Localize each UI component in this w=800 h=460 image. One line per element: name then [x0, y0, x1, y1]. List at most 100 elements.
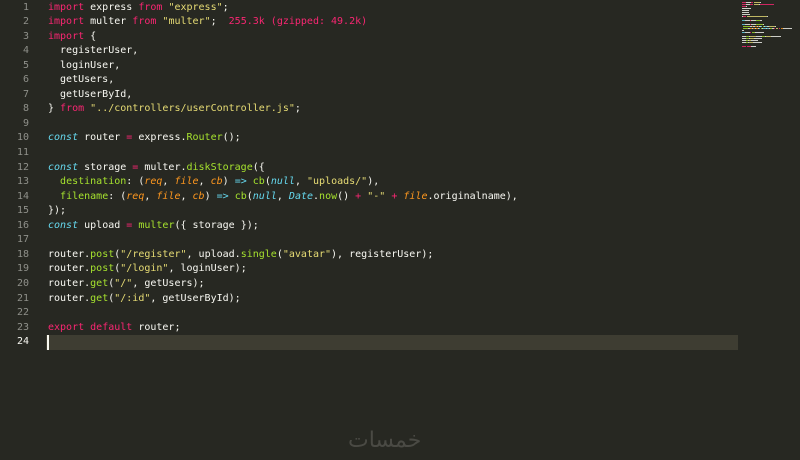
code-token: () [337, 190, 356, 202]
code-line[interactable]: 13 destination: (req, file, cb) => cb(nu… [0, 175, 740, 190]
code-token: getUsers, [48, 74, 115, 86]
code-line[interactable]: 4 registerUser, [0, 44, 740, 59]
code-line[interactable]: 14 filename: (req, file, cb) => cb(null,… [0, 190, 740, 205]
code-line[interactable]: 20 router.get("/", getUsers); [0, 277, 740, 292]
code-token: router. [48, 248, 91, 260]
code-text: getUsers, [48, 73, 114, 88]
line-number: 4 [22, 45, 29, 57]
minimap-stroke [762, 24, 764, 25]
code-token: upload [78, 219, 127, 231]
line-number: 3 [22, 30, 29, 42]
code-token: router; [132, 321, 181, 333]
code-token: router. [48, 277, 91, 289]
code-token: cb [192, 190, 205, 202]
code-line[interactable]: 9 [0, 117, 740, 132]
code-token: loginUser, [48, 59, 121, 71]
line-number: 8 [22, 103, 29, 115]
code-line[interactable]: 7 getUserById, [0, 88, 740, 103]
code-token: , getUserById); [150, 292, 241, 304]
code-line[interactable]: 3 import { [0, 30, 740, 45]
code-token: cb [252, 176, 265, 188]
code-token: cb [234, 190, 247, 202]
code-token: default [90, 321, 133, 333]
code-token: multer. [138, 161, 187, 173]
minimap[interactable] [738, 0, 800, 460]
code-text: router.get("/", getUsers); [48, 277, 205, 292]
code-text: registerUser, [48, 44, 138, 59]
code-token: => [234, 176, 247, 188]
code-line[interactable]: 10 const router = express.Router(); [0, 131, 740, 146]
code-token: router. [48, 292, 91, 304]
code-token: post [90, 263, 115, 275]
line-number: 6 [22, 74, 29, 86]
code-line[interactable]: 23 export default router; [0, 321, 740, 336]
minimap-stroke [749, 36, 757, 37]
code-line[interactable]: 8 } from "../controllers/userController.j… [0, 102, 740, 117]
line-number: 9 [22, 117, 29, 129]
code-text: }); [48, 204, 66, 219]
code-line[interactable]: 18 router.post("/register", upload.single… [0, 248, 740, 263]
code-token: req [126, 190, 145, 202]
code-editor[interactable]: 1 import express from "express"; 2 import m… [0, 0, 800, 460]
code-token: registerUser, [48, 45, 139, 57]
code-line[interactable]: 1 import express from "express"; [0, 1, 740, 16]
minimap-stroke [742, 30, 744, 31]
code-text: import express from "express"; [48, 1, 229, 16]
minimap-stroke [742, 14, 751, 15]
code-line[interactable]: 24 [0, 335, 740, 351]
code-line[interactable]: 12 const storage = multer.diskStorage({ [0, 161, 740, 176]
code-token: => [216, 190, 229, 202]
minimap-stroke [760, 4, 775, 5]
code-token: ; [294, 103, 301, 115]
code-area[interactable]: 1 import express from "express"; 2 import m… [0, 0, 740, 460]
minimap-stroke [767, 16, 768, 17]
code-line[interactable]: 19 router.post("/login", loginUser); [0, 262, 740, 277]
code-token: { [84, 30, 97, 42]
code-token: const [48, 161, 79, 173]
line-number: 22 [16, 307, 29, 319]
code-line[interactable]: 5 loginUser, [0, 59, 740, 74]
code-token: "uploads/" [306, 176, 368, 188]
minimap-stroke [783, 28, 792, 29]
code-line[interactable]: 22 [0, 306, 740, 321]
code-line[interactable]: 15}); [0, 204, 740, 219]
line-number: 19 [16, 263, 29, 275]
code-token: , upload. [186, 248, 241, 260]
minimap-stroke [752, 42, 762, 43]
code-token: "/login" [120, 263, 169, 275]
code-text: const storage = multer.diskStorage({ [48, 161, 265, 176]
line-number: 20 [16, 277, 29, 289]
code-text: } from "../controllers/userController.js… [48, 102, 301, 117]
code-token: import [48, 16, 85, 28]
minimap-stroke [755, 32, 764, 33]
code-line[interactable]: 11 [0, 146, 740, 161]
code-token: ({ storage }); [174, 219, 259, 231]
code-token: null [252, 190, 277, 202]
minimap-stroke [759, 20, 762, 21]
line-number: 24 [16, 336, 29, 348]
code-line[interactable]: 6 getUsers, [0, 73, 740, 88]
code-line[interactable]: 21 router.get("/:id", getUserById); [0, 292, 740, 307]
code-text: router.post("/login", loginUser); [48, 262, 247, 277]
code-text: export default router; [48, 321, 180, 336]
line-number: 18 [16, 248, 29, 260]
minimap-stroke [754, 38, 763, 39]
code-token: "avatar" [282, 248, 332, 260]
minimap-stroke [759, 2, 761, 3]
code-token: , getUsers); [132, 277, 205, 289]
code-token: const [48, 132, 79, 144]
minimap-stroke [750, 46, 756, 47]
code-line[interactable]: 2 import multer from "multer"; 255.3k (gz… [0, 15, 740, 30]
code-line[interactable]: 17 [0, 233, 740, 248]
code-token: diskStorage [186, 161, 253, 173]
code-token: destination [60, 176, 127, 188]
code-token: router. [48, 263, 91, 275]
code-token: const [48, 219, 79, 231]
code-token: storage [78, 161, 133, 173]
code-line[interactable]: 16 const upload = multer({ storage }); [0, 219, 740, 234]
line-number: 7 [22, 88, 29, 100]
line-number: 21 [16, 292, 29, 304]
code-token: : ( [126, 176, 145, 188]
minimap-stroke [756, 24, 763, 25]
